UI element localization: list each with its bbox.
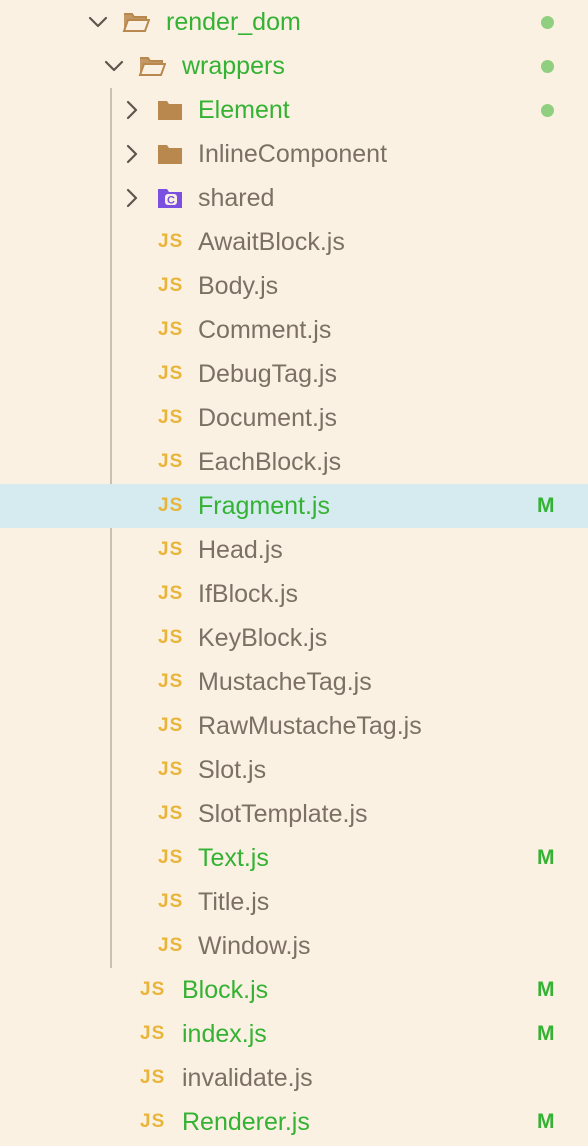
folder-row-shared[interactable]: Cshared: [0, 176, 588, 220]
file-row-invalidate-js[interactable]: JS invalidate.js: [0, 1056, 588, 1100]
tree-item-label: IfBlock.js: [198, 580, 299, 608]
javascript-file-icon: JS: [140, 1067, 166, 1088]
tree-item-label: MustacheTag.js: [198, 668, 372, 696]
javascript-file-icon: JS: [158, 451, 184, 472]
tree-item-label: Block.js: [182, 976, 269, 1004]
file-explorer-tree: render_dom wrappers Element InlineComponent…: [0, 0, 588, 1146]
file-row-index-js[interactable]: JS index.js M: [0, 1012, 588, 1056]
tree-item-label: Text.js: [198, 844, 269, 872]
folder-icon: [156, 142, 184, 166]
chevron-down-icon[interactable]: [88, 12, 108, 32]
javascript-file-icon: JS: [158, 407, 184, 428]
file-row-head-js[interactable]: JS Head.js: [0, 528, 588, 572]
tree-item-label: Renderer.js: [182, 1108, 310, 1136]
tree-item-label: Element: [198, 96, 290, 124]
git-modified-badge: M: [537, 846, 555, 869]
file-row-rawmustachetag-js[interactable]: JS RawMustacheTag.js: [0, 704, 588, 748]
folder-open-icon: [138, 54, 166, 78]
folder-row-element[interactable]: Element: [0, 88, 588, 132]
git-modified-badge: M: [537, 1022, 555, 1045]
file-row-window-js[interactable]: JS Window.js: [0, 924, 588, 968]
javascript-file-icon: JS: [158, 231, 184, 252]
tree-item-label: KeyBlock.js: [198, 624, 328, 652]
shared-folder-icon: C: [156, 186, 184, 210]
git-modified-badge: M: [537, 494, 555, 517]
folder-row-inlinecomponent[interactable]: InlineComponent: [0, 132, 588, 176]
tree-item-label: wrappers: [182, 52, 285, 80]
chevron-right-icon[interactable]: [122, 188, 142, 208]
tree-item-label: AwaitBlock.js: [198, 228, 345, 256]
git-modified-badge: M: [537, 1110, 555, 1133]
tree-item-label: Body.js: [198, 272, 279, 300]
file-row-slot-js[interactable]: JS Slot.js: [0, 748, 588, 792]
file-row-body-js[interactable]: JS Body.js: [0, 264, 588, 308]
file-row-block-js[interactable]: JS Block.js M: [0, 968, 588, 1012]
javascript-file-icon: JS: [158, 275, 184, 296]
file-row-slottemplate-js[interactable]: JS SlotTemplate.js: [0, 792, 588, 836]
javascript-file-icon: JS: [158, 627, 184, 648]
file-row-eachblock-js[interactable]: JS EachBlock.js: [0, 440, 588, 484]
javascript-file-icon: JS: [140, 979, 166, 1000]
chevron-right-icon[interactable]: [122, 144, 142, 164]
chevron-right-icon[interactable]: [122, 100, 142, 120]
javascript-file-icon: JS: [158, 759, 184, 780]
tree-item-label: Comment.js: [198, 316, 332, 344]
javascript-file-icon: JS: [158, 803, 184, 824]
file-row-document-js[interactable]: JS Document.js: [0, 396, 588, 440]
file-row-fragment-js[interactable]: JS Fragment.js M: [0, 484, 588, 528]
tree-item-label: InlineComponent: [198, 140, 388, 168]
file-row-renderer-js[interactable]: JS Renderer.js M: [0, 1100, 588, 1144]
javascript-file-icon: JS: [158, 539, 184, 560]
tree-item-label: Title.js: [198, 888, 270, 916]
javascript-file-icon: JS: [158, 671, 184, 692]
folder-icon: [156, 98, 184, 122]
javascript-file-icon: JS: [158, 847, 184, 868]
git-modified-badge: M: [537, 978, 555, 1001]
svg-text:C: C: [167, 195, 175, 207]
javascript-file-icon: JS: [158, 715, 184, 736]
tree-item-label: Head.js: [198, 536, 283, 564]
javascript-file-icon: JS: [140, 1023, 166, 1044]
javascript-file-icon: JS: [158, 319, 184, 340]
file-row-text-js[interactable]: JS Text.js M: [0, 836, 588, 880]
file-row-title-js[interactable]: JS Title.js: [0, 880, 588, 924]
tree-item-label: render_dom: [166, 8, 301, 36]
javascript-file-icon: JS: [158, 583, 184, 604]
folder-row-wrappers[interactable]: wrappers: [0, 44, 588, 88]
tree-item-label: Slot.js: [198, 756, 267, 784]
file-row-keyblock-js[interactable]: JS KeyBlock.js: [0, 616, 588, 660]
file-row-awaitblock-js[interactable]: JS AwaitBlock.js: [0, 220, 588, 264]
modified-dot-indicator: [541, 60, 554, 73]
javascript-file-icon: JS: [158, 891, 184, 912]
modified-dot-indicator: [541, 104, 554, 117]
file-row-mustachetag-js[interactable]: JS MustacheTag.js: [0, 660, 588, 704]
folder-row-render-dom[interactable]: render_dom: [0, 0, 588, 44]
tree-item-label: Fragment.js: [198, 492, 330, 520]
tree-item-label: RawMustacheTag.js: [198, 712, 422, 740]
javascript-file-icon: JS: [158, 495, 184, 516]
javascript-file-icon: JS: [140, 1111, 166, 1132]
tree-item-label: Window.js: [198, 932, 311, 960]
tree-item-label: shared: [198, 184, 275, 212]
chevron-down-icon[interactable]: [104, 56, 124, 76]
folder-open-icon: [122, 10, 150, 34]
file-row-ifblock-js[interactable]: JS IfBlock.js: [0, 572, 588, 616]
tree-item-label: DebugTag.js: [198, 360, 337, 388]
file-row-debugtag-js[interactable]: JS DebugTag.js: [0, 352, 588, 396]
tree-item-label: SlotTemplate.js: [198, 800, 368, 828]
tree-item-label: Document.js: [198, 404, 337, 432]
tree-item-label: EachBlock.js: [198, 448, 342, 476]
modified-dot-indicator: [541, 16, 554, 29]
file-row-comment-js[interactable]: JS Comment.js: [0, 308, 588, 352]
tree-item-label: invalidate.js: [182, 1064, 313, 1092]
javascript-file-icon: JS: [158, 363, 184, 384]
tree-item-label: index.js: [182, 1020, 267, 1048]
javascript-file-icon: JS: [158, 935, 184, 956]
